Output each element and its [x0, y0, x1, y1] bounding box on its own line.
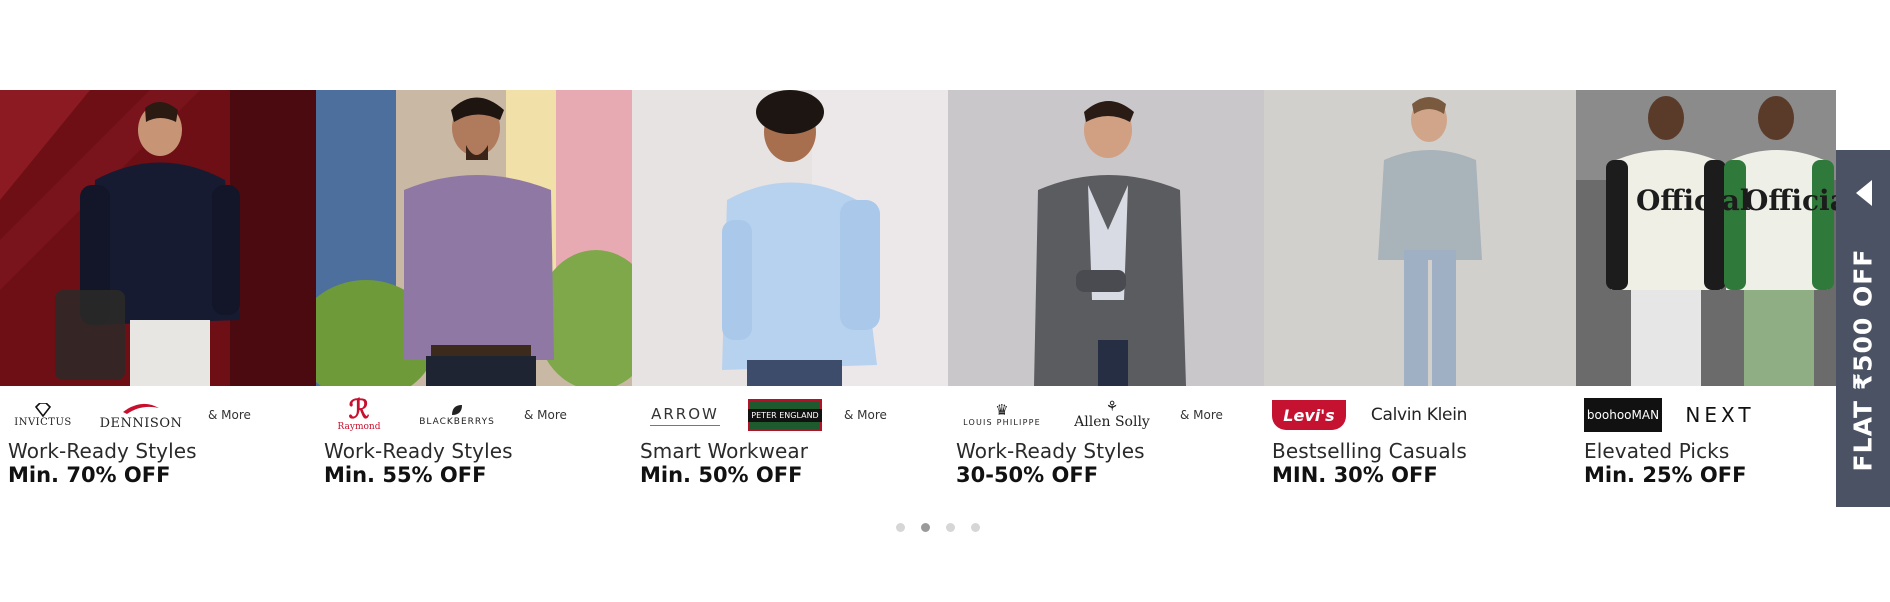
- calvin-klein-logo: Calvin Klein: [1364, 405, 1474, 425]
- peter-england-text: PETER ENGLAND: [748, 408, 822, 422]
- card-offer: 30-50% OFF: [956, 463, 1099, 487]
- louis-philippe-text: LOUIS PHILIPPE: [963, 418, 1041, 427]
- product-image: [316, 90, 632, 386]
- offer-card-louis-philippe-allen-solly[interactable]: ♛ LOUIS PHILIPPE ⚘ Allen Solly & More Wo…: [948, 90, 1264, 510]
- arrow-logo: ARROW: [640, 405, 730, 426]
- levis-logo: Levi's: [1272, 400, 1346, 430]
- arrow-text: ARROW: [651, 404, 719, 423]
- boohooman-logo: boohooMAN: [1584, 398, 1662, 432]
- carousel-pagination: [896, 523, 980, 532]
- allen-solly-logo: ⚘ Allen Solly: [1066, 400, 1158, 430]
- product-image: [0, 90, 316, 386]
- offers-carousel: INVICTUS DENNISON & More Work-Ready Styl…: [0, 90, 1890, 510]
- product-image: Official Official: [1576, 90, 1836, 386]
- invictus-logo: INVICTUS: [8, 402, 78, 428]
- next-logo: NEXT: [1680, 403, 1760, 427]
- product-image: [948, 90, 1264, 386]
- calvin-klein-text: Calvin Klein: [1370, 405, 1468, 425]
- more-brands-text: & More: [524, 408, 567, 422]
- carousel-dot-2[interactable]: [921, 523, 930, 532]
- diamond-icon: [34, 402, 52, 417]
- card-offer: Min. 70% OFF: [8, 463, 171, 487]
- arrow-left-icon[interactable]: [1856, 180, 1872, 206]
- card-offer: MIN. 30% OFF: [1272, 463, 1438, 487]
- crown-icon: ♛: [995, 401, 1009, 419]
- raymond-text: Raymond: [337, 422, 381, 432]
- boohooman-text: boohooMAN: [1586, 408, 1660, 422]
- card-offer: Min. 25% OFF: [1584, 463, 1747, 487]
- raymond-monogram-icon: ℛ: [348, 395, 370, 425]
- card-title: Work-Ready Styles: [324, 439, 513, 463]
- levis-text: Levi's: [1283, 405, 1335, 425]
- card-offer: Min. 50% OFF: [640, 463, 803, 487]
- stag-icon: ⚘: [1105, 399, 1119, 415]
- card-title: Smart Workwear: [640, 439, 809, 463]
- offer-card-arrow-peter-england[interactable]: ARROW PETER ENGLAND & More Smart Workwea…: [632, 90, 948, 510]
- offer-card-boohooman-next[interactable]: Official Official boohooMAN NEXT Elevate…: [1576, 90, 1836, 510]
- carousel-track: INVICTUS DENNISON & More Work-Ready Styl…: [0, 90, 1890, 510]
- dennison-logo: DENNISON: [96, 400, 186, 431]
- arrow-underline: [650, 424, 720, 426]
- invictus-text: INVICTUS: [14, 416, 72, 428]
- more-brands-text: & More: [1180, 408, 1223, 422]
- card-title: Work-Ready Styles: [956, 439, 1145, 463]
- allen-solly-text: Allen Solly: [1074, 414, 1150, 430]
- card-title: Elevated Picks: [1584, 439, 1730, 463]
- carousel-dot-1[interactable]: [896, 523, 905, 532]
- brand-logos: ℛ Raymond BLACKBERRYS & More: [324, 390, 624, 440]
- svg-text:Official: Official: [1636, 184, 1750, 217]
- svg-text:Official: Official: [1744, 184, 1836, 217]
- product-image: [632, 90, 948, 386]
- carousel-dot-3[interactable]: [946, 523, 955, 532]
- blackberrys-text: BLACKBERRYS: [419, 417, 495, 427]
- brand-logos: Levi's Calvin Klein: [1272, 390, 1572, 440]
- card-offer: Min. 55% OFF: [324, 463, 487, 487]
- card-title: Work-Ready Styles: [8, 439, 197, 463]
- dennison-text: DENNISON: [99, 415, 183, 431]
- flat-offer-side-tab[interactable]: FLAT ₹500 OFF: [1836, 150, 1890, 507]
- card-title: Bestselling Casuals: [1272, 439, 1467, 463]
- brand-logos: ARROW PETER ENGLAND & More: [640, 390, 940, 440]
- product-image: [1264, 90, 1580, 386]
- blackberrys-logo: BLACKBERRYS: [412, 403, 502, 427]
- carousel-dot-4[interactable]: [971, 523, 980, 532]
- brand-logos: boohooMAN NEXT: [1584, 390, 1828, 440]
- dennison-swoosh-icon: [123, 403, 159, 414]
- offer-card-levis-calvin-klein[interactable]: Levi's Calvin Klein Bestselling Casuals …: [1264, 90, 1580, 510]
- louis-philippe-logo: ♛ LOUIS PHILIPPE: [956, 401, 1048, 428]
- more-brands-text: & More: [844, 408, 887, 422]
- peter-england-logo: PETER ENGLAND: [748, 399, 822, 431]
- brand-logos: ♛ LOUIS PHILIPPE ⚘ Allen Solly & More: [956, 390, 1256, 440]
- brand-logos: INVICTUS DENNISON & More: [8, 390, 308, 440]
- side-tab-label: FLAT ₹500 OFF: [1848, 248, 1878, 472]
- next-text: NEXT: [1685, 403, 1755, 427]
- leaf-icon: [452, 405, 462, 415]
- offer-card-invictus-dennison[interactable]: INVICTUS DENNISON & More Work-Ready Styl…: [0, 90, 316, 510]
- offer-card-raymond-blackberrys[interactable]: ℛ Raymond BLACKBERRYS & More Work-Ready …: [316, 90, 632, 510]
- raymond-logo: ℛ Raymond: [324, 395, 394, 432]
- more-brands-text: & More: [208, 408, 251, 422]
